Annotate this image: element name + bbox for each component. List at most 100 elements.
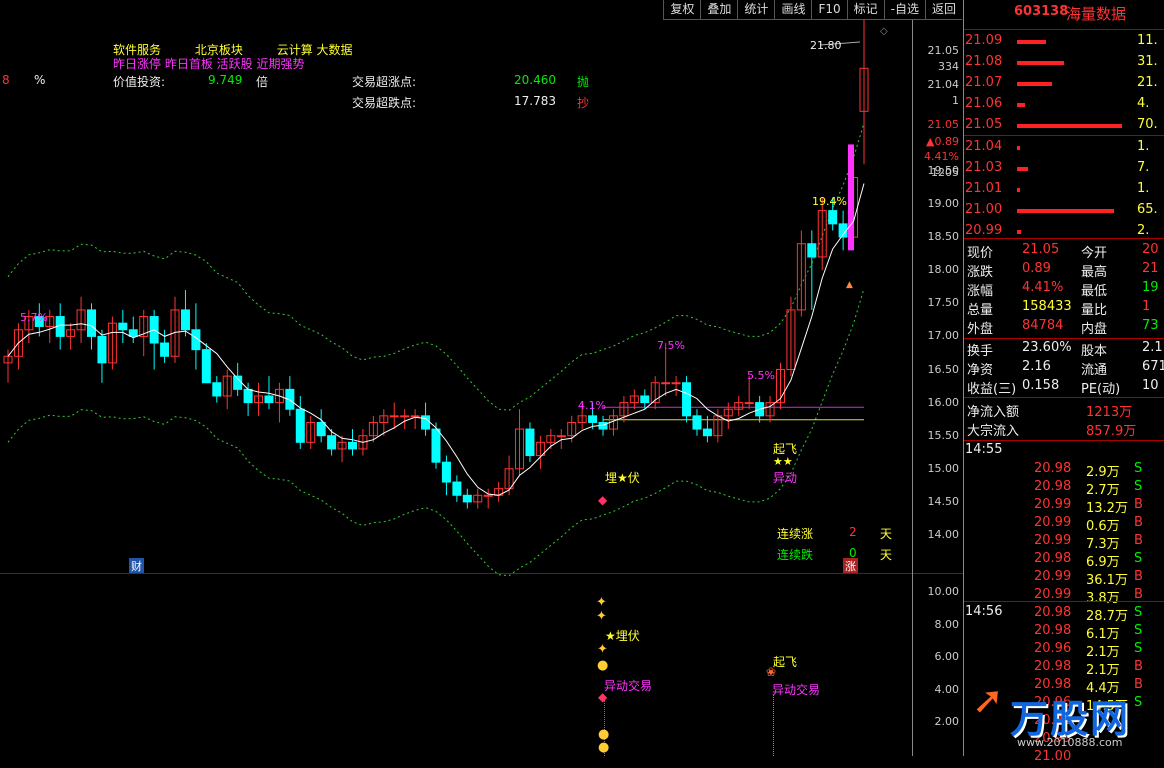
up-days-unit: 天 xyxy=(880,527,893,541)
order-row[interactable]: 21.01 1. xyxy=(964,181,1164,200)
toolbar-stats-button[interactable]: 统计 xyxy=(737,0,775,20)
tick-side: S xyxy=(1134,551,1143,566)
divider xyxy=(964,601,1164,602)
tick-side: B xyxy=(1134,515,1143,530)
candle-body xyxy=(828,210,838,225)
stat-row[interactable]: 换手 23.60% 股本 2.1 xyxy=(964,340,1164,359)
butterfly-icon: ✦ ✦ xyxy=(596,595,607,624)
sub-anomaly-trade: 异动交易 xyxy=(772,683,821,697)
order-row[interactable]: 20.99 2. xyxy=(964,223,1164,242)
tick-volume: 2.1万 xyxy=(1086,645,1120,660)
stock-header[interactable]: 603138 海量数据 xyxy=(964,2,1164,24)
diamond-outline-icon: ◇ xyxy=(880,26,888,37)
stat-row[interactable]: 涨幅 4.41% 最低 19 xyxy=(964,280,1164,299)
tick-volume: 6.9万 xyxy=(1086,555,1120,570)
toolbar-draw-button[interactable]: 画线 xyxy=(774,0,812,20)
stat-label: 收益(三) xyxy=(967,382,1017,397)
order-row[interactable]: 21.05 70. xyxy=(964,117,1164,136)
order-row[interactable]: 21.08 31. xyxy=(964,54,1164,73)
order-row[interactable]: 21.04 1. xyxy=(964,139,1164,158)
overbuy-label: 交易超涨点: xyxy=(352,75,417,89)
order-row[interactable]: 21.09 11. xyxy=(964,33,1164,52)
stat-label: 今开 xyxy=(1081,246,1108,261)
tick-price: 20.96 xyxy=(1034,641,1072,656)
toolbar-restore-right-button[interactable]: 复权 xyxy=(663,0,701,20)
tick-price: 20.99 xyxy=(1034,587,1072,602)
axis-tick: 14.00 xyxy=(927,528,960,541)
order-volume-bar xyxy=(1017,188,1021,192)
axis-divider xyxy=(913,573,963,574)
tick-time-row[interactable]: 14:56 xyxy=(964,604,1164,623)
watermark-url: www.2010888.com xyxy=(1017,736,1123,749)
toolbar-mark-button[interactable]: 标记 xyxy=(846,0,884,20)
stat-row[interactable]: 外盘 84784 内盘 73 xyxy=(964,318,1164,337)
stat-row[interactable]: 收益(三) 0.158 PE(动) 10 xyxy=(964,378,1164,397)
order-row[interactable]: 21.00 65. xyxy=(964,202,1164,221)
order-row[interactable]: 21.03 7. xyxy=(964,160,1164,179)
order-price: 21.01 xyxy=(965,181,1003,196)
candle-body xyxy=(327,435,337,450)
pane-divider xyxy=(0,573,912,574)
stat-row[interactable]: 总量 158433 量比 1 xyxy=(964,299,1164,318)
candle-body xyxy=(556,435,566,438)
axis-top-label: 334 xyxy=(938,60,959,73)
axis-tick: 17.50 xyxy=(927,296,960,310)
butterfly-icon: ✦ xyxy=(597,642,608,657)
candle-body xyxy=(295,408,305,443)
divider xyxy=(964,29,1164,30)
net-inflow-label: 净流入额 xyxy=(967,405,1020,420)
stat-row[interactable]: 现价 21.05 今开 20 xyxy=(964,242,1164,261)
tick-time-row[interactable]: 14:55 xyxy=(964,442,1164,461)
order-price: 21.03 xyxy=(965,160,1003,175)
order-row[interactable]: 21.07 21. xyxy=(964,75,1164,94)
axis-tick: 16.50 xyxy=(927,362,960,376)
order-price: 20.99 xyxy=(965,223,1003,238)
toolbar-f10-button[interactable]: F10 xyxy=(811,0,847,20)
axis-tick: 16.00 xyxy=(927,395,960,409)
stat-row[interactable]: 涨跌 0.89 最高 21 xyxy=(964,261,1164,280)
toolbar-back-button[interactable]: 返回 xyxy=(924,0,962,20)
finance-badge[interactable]: 财 xyxy=(129,558,144,574)
tick-row[interactable]: 20.98 2.7万 S xyxy=(964,479,1164,498)
tick-price: 20.98 xyxy=(1034,461,1072,476)
axis-tick: 19.50 xyxy=(927,163,960,177)
candle-body xyxy=(201,349,211,384)
tick-row[interactable]: 20.98 6.9万 S xyxy=(964,551,1164,570)
tick-row[interactable]: 20.98 6.1万 S xyxy=(964,623,1164,642)
kline-chart-area[interactable]: 软件服务 北京板块 云计算 大数据 昨日涨停 昨日首板 活跃股 近期强势 8 %… xyxy=(0,0,912,756)
toolbar-watchlist-button[interactable]: -自选 xyxy=(883,0,925,20)
order-row[interactable]: 21.06 4. xyxy=(964,96,1164,115)
logo-arrow-icon: ➚ xyxy=(972,678,1004,722)
candle-body xyxy=(160,342,170,357)
stat-row[interactable]: 净资 2.16 流通 671 xyxy=(964,359,1164,378)
stat-label: 外盘 xyxy=(967,322,994,337)
tick-row[interactable]: 20.99 13.2万 B xyxy=(964,497,1164,516)
net-inflow-value: 1213万 xyxy=(1086,405,1133,420)
tick-row[interactable]: 20.99 7.3万 B xyxy=(964,533,1164,552)
tick-row[interactable]: 20.96 2.1万 S xyxy=(964,641,1164,660)
price-axis: 21.05 334 21.04 1 21.05 ▲0.89 4.41% 1205… xyxy=(912,20,963,756)
tick-row[interactable]: 20.98 2.9万 S xyxy=(964,461,1164,480)
tick-side: B xyxy=(1134,569,1143,584)
stat-value: 19 xyxy=(1142,280,1159,295)
tick-row[interactable]: 20.99 36.1万 B xyxy=(964,569,1164,588)
axis-top-label: 1 xyxy=(952,94,959,107)
tick-row[interactable]: 20.99 0.6万 B xyxy=(964,515,1164,534)
limit-up-badge[interactable]: 涨 xyxy=(843,558,858,574)
tick-price: 20.99 xyxy=(1034,533,1072,548)
pct-annotation: 7.5% xyxy=(657,339,685,352)
tick-time: 14:55 xyxy=(965,442,1003,457)
tick-volume: 36.1万 xyxy=(1086,573,1128,588)
order-volume: 4. xyxy=(1137,96,1150,111)
toolbar-overlay-button[interactable]: 叠加 xyxy=(700,0,738,20)
sub-anomaly-trade: 异动交易 xyxy=(604,679,653,693)
candle-body xyxy=(118,322,128,331)
order-volume: 31. xyxy=(1137,54,1158,69)
candle-body xyxy=(702,428,712,437)
net-inflow-row: 净流入额 1213万 xyxy=(964,401,1164,420)
left-fragment-num: 8 xyxy=(2,73,10,87)
stat-value: 21 xyxy=(1142,261,1159,276)
hot-tags: 昨日涨停 昨日首板 活跃股 近期强势 xyxy=(113,57,305,71)
tick-side: B xyxy=(1134,587,1143,602)
candle-body xyxy=(588,415,598,423)
